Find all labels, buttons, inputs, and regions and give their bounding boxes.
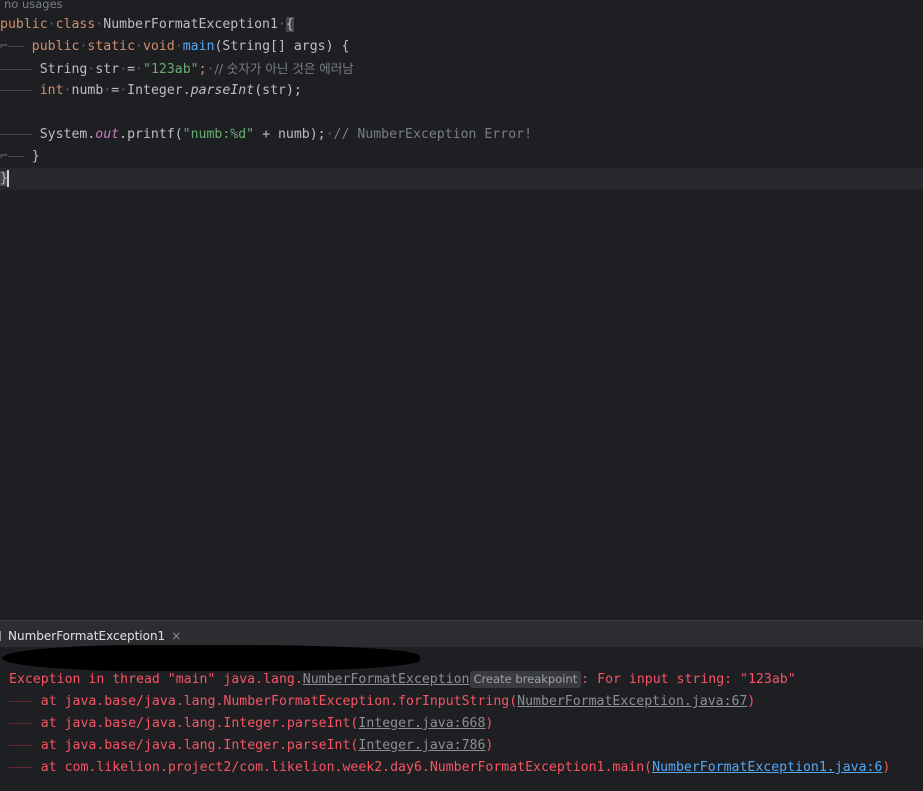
stack-trace-line: ——— at com.likelion.project2/com.likelio… [9, 760, 891, 775]
code-editor[interactable]: no usages public·class·NumberFormatExcep… [0, 0, 923, 620]
stack-frame-text: at java.base/java.lang.Integer.parseInt( [40, 716, 359, 731]
params: (String[] args) { [214, 39, 350, 54]
usages-hint[interactable]: no usages [4, 0, 63, 11]
class-name: NumberFormatException1 [103, 17, 278, 32]
stack-trace-line: ——— at java.base/java.lang.NumberFormatE… [9, 694, 756, 709]
code-line-6[interactable]: ———— System.out.printf("numb:%d" + numb)… [0, 124, 923, 146]
text-caret [6, 169, 9, 187]
fold-icon[interactable]: ⌐ [0, 39, 8, 54]
code-line-8[interactable]: } [0, 168, 923, 190]
variable: str [95, 62, 120, 77]
string-literal: "123ab" [143, 62, 199, 77]
stack-trace-line: ——— at java.base/java.lang.Integer.parse… [9, 716, 494, 731]
stack-frame-text: at com.likelion.project2/com.likelion.we… [40, 760, 653, 775]
create-breakpoint-button[interactable]: Create breakpoint [469, 670, 582, 688]
paren: ) [485, 716, 494, 731]
class-ref: System. [39, 127, 96, 142]
keyword: public [31, 39, 80, 54]
method-call: .printf( [119, 127, 183, 142]
code-line-2[interactable]: ⌐—— public·static·void·main(String[] arg… [0, 36, 923, 58]
code-line-1[interactable]: public·class·NumberFormatException1·{ [0, 14, 923, 36]
code-line-4[interactable]: ———— int·numb·=·Integer.parseInt(str); [0, 80, 923, 102]
fold-icon[interactable]: ⌐ [0, 149, 8, 164]
keyword: void [142, 39, 175, 54]
source-link[interactable]: NumberFormatException.java:67 [517, 694, 747, 709]
semicolon: ; [198, 62, 207, 77]
exception-text: Exception in thread "main" java.lang. [9, 672, 303, 687]
code-line-7[interactable]: ⌐—— } [0, 146, 923, 168]
paren: ) [882, 760, 891, 775]
exception-line: Exception in thread "main" java.lang.Num… [9, 669, 796, 691]
stack-frame-text: at java.base/java.lang.Integer.parseInt( [40, 738, 359, 753]
operator: = [127, 62, 136, 77]
args: (str); [254, 83, 302, 98]
run-tab-label: NumberFormatException1 [8, 629, 166, 643]
close-icon[interactable]: × [171, 629, 181, 643]
paren: ) [747, 694, 756, 709]
source-link[interactable]: Integer.java:786 [358, 738, 485, 753]
code-line-3[interactable]: ———— String·str·=·"123ab";·// 숫자가 아닌 것은 … [0, 58, 923, 80]
method-call: parseInt [190, 83, 255, 98]
redacted-command-line [2, 645, 420, 671]
exception-message: : For input string: "123ab" [581, 672, 796, 687]
stack-trace-line: ——— at java.base/java.lang.Integer.parse… [9, 738, 494, 753]
string-literal: "numb:%d" [182, 127, 255, 142]
comment: // NumberException Error! [333, 127, 533, 142]
keyword: int [39, 83, 64, 98]
keyword: class [55, 17, 96, 32]
args: + numb); [254, 127, 326, 142]
brace: } [31, 149, 40, 164]
variable: numb [71, 83, 104, 98]
source-link[interactable]: NumberFormatException1.java:6 [652, 760, 882, 775]
keyword: public [0, 17, 48, 32]
run-panel-header: NumberFormatException1 × [0, 620, 923, 649]
source-link[interactable]: Integer.java:668 [358, 716, 485, 731]
class-ref: Integer. [127, 83, 191, 98]
run-config-icon [0, 631, 5, 641]
exception-class-link[interactable]: NumberFormatException [303, 672, 470, 687]
stack-frame-text: at java.base/java.lang.NumberFormatExcep… [40, 694, 518, 709]
brace: { [285, 17, 294, 32]
paren: ) [485, 738, 494, 753]
comment: // 숫자가 아닌 것은 에러남 [214, 61, 354, 76]
method-name: main [182, 39, 215, 54]
static-field: out [95, 127, 120, 142]
keyword: static [87, 39, 136, 54]
operator: = [111, 83, 120, 98]
type: String [39, 62, 88, 77]
